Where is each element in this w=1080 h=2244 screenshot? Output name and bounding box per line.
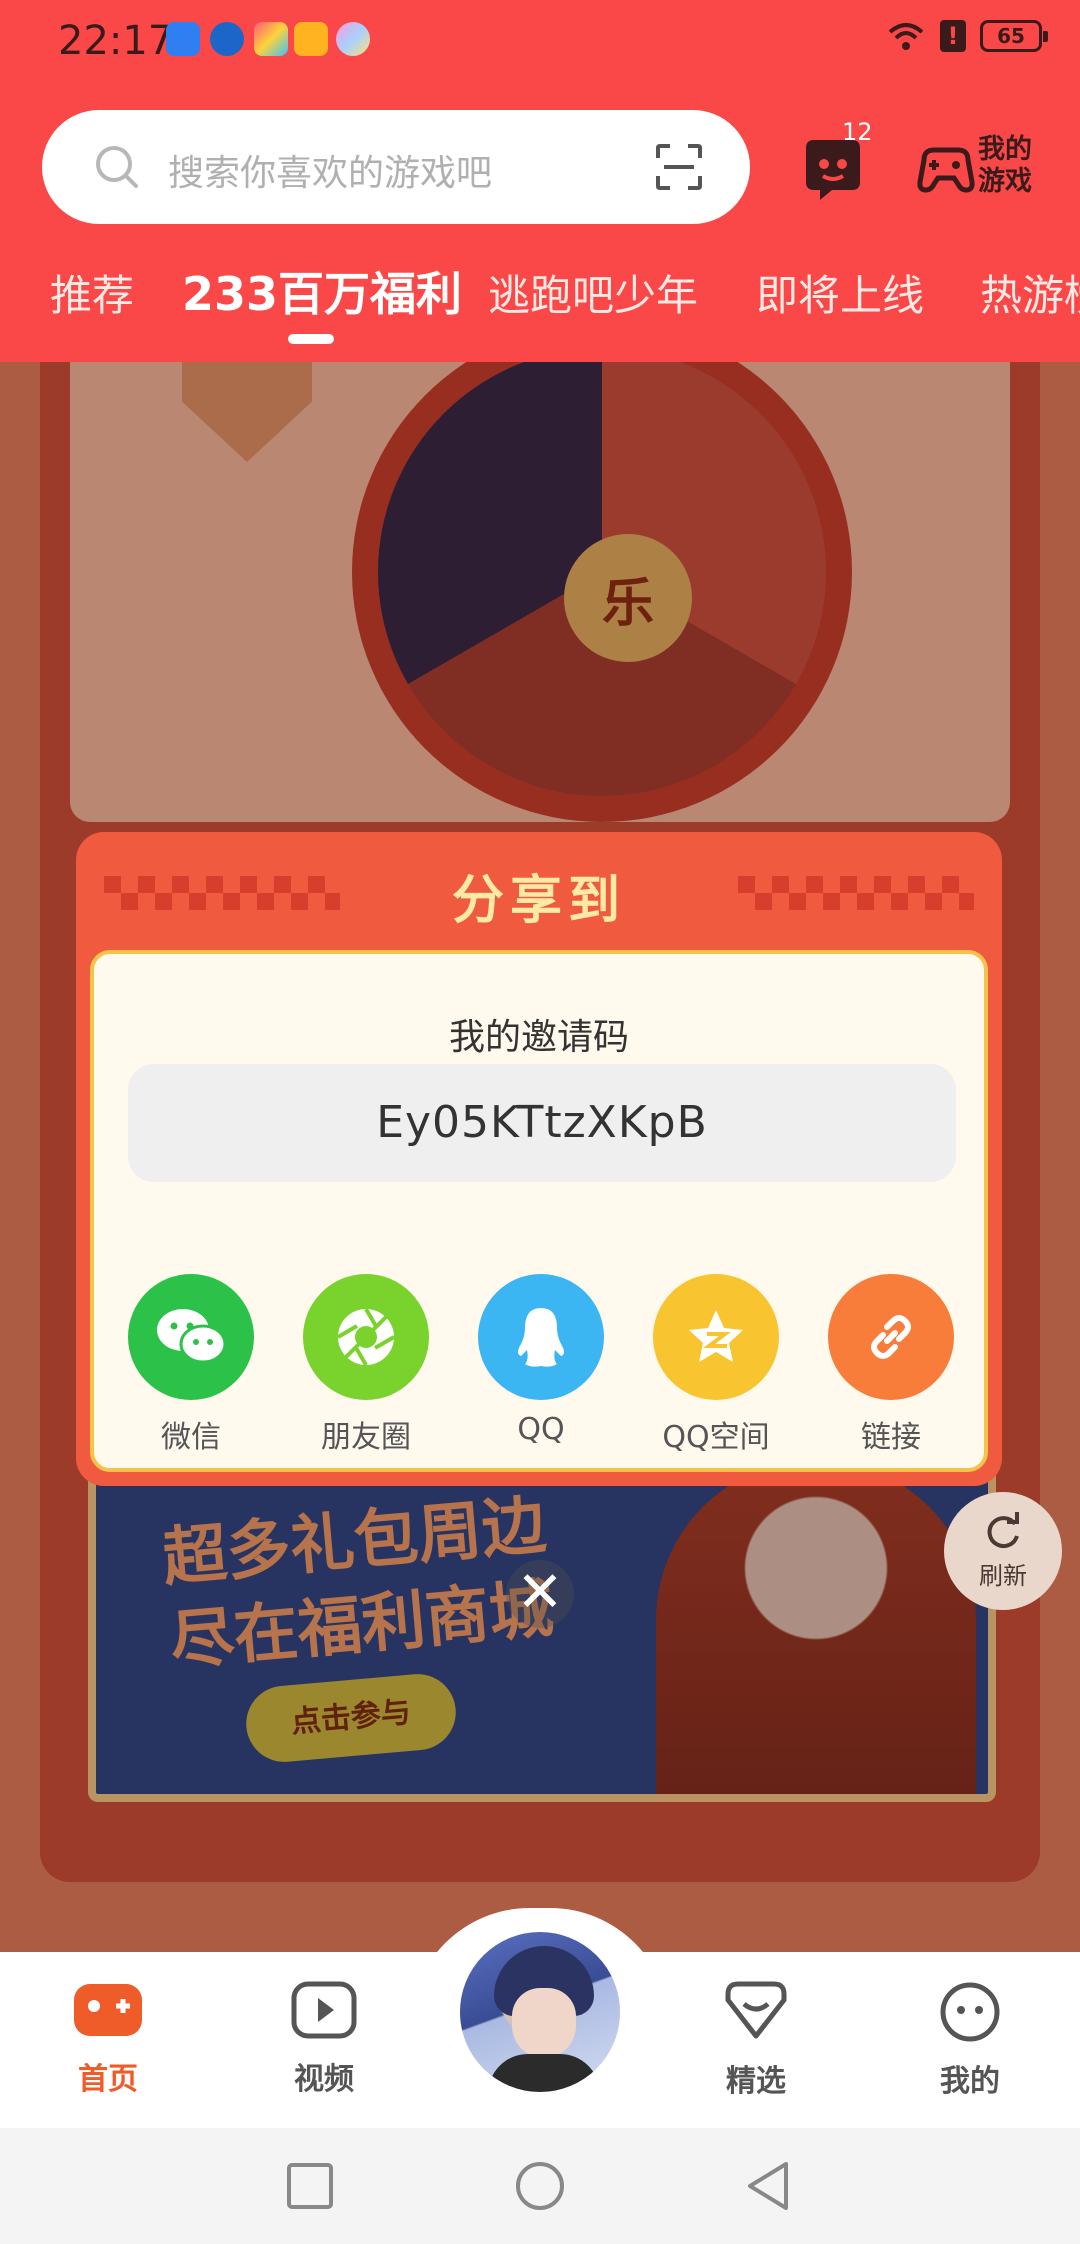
qq-icon: [478, 1274, 604, 1400]
tab-escape-boy[interactable]: 逃跑吧少年: [488, 262, 698, 323]
heart-badge-icon: [725, 1981, 787, 2039]
qzone-icon: [653, 1274, 779, 1400]
category-tabs: 推荐 233百万福利 逃跑吧少年 即将上线 热游榜: [0, 262, 1080, 332]
video-play-icon: [291, 1981, 357, 2039]
avatar[interactable]: [456, 1928, 624, 2096]
nav-featured-label: 精选: [726, 2064, 786, 2099]
nav-profile-label: 我的: [940, 2064, 1000, 2099]
search-bar[interactable]: 搜索你喜欢的游戏吧: [42, 110, 750, 224]
wifi-icon: [888, 23, 924, 50]
my-games-label: 我的游戏: [978, 134, 1032, 197]
refresh-label: 刷新: [979, 1562, 1027, 1590]
refresh-button[interactable]: 刷新: [944, 1492, 1062, 1610]
tab-233-welfare[interactable]: 233百万福利: [182, 262, 462, 324]
battery-level: 65: [997, 24, 1025, 48]
nav-home[interactable]: 首页: [48, 1980, 168, 2098]
invite-code-label: 我的邀请码: [448, 1017, 629, 1058]
share-moments[interactable]: 朋友圈: [301, 1274, 431, 1456]
moments-icon: [303, 1274, 429, 1400]
share-qq[interactable]: QQ: [476, 1274, 606, 1447]
app-icon: [254, 22, 288, 56]
status-time: 22:17: [58, 18, 174, 64]
nav-video[interactable]: 视频: [264, 1980, 384, 2098]
share-qzone-label: QQ空间: [662, 1420, 770, 1455]
share-link-label: 链接: [861, 1420, 921, 1455]
nav-featured[interactable]: 精选: [696, 1980, 816, 2100]
profile-face-icon: [940, 1982, 1000, 2042]
wechat-icon: [128, 1274, 254, 1400]
search-placeholder: 搜索你喜欢的游戏吧: [168, 153, 493, 194]
search-icon: [96, 146, 138, 188]
tab-hot-games[interactable]: 热游榜: [980, 262, 1080, 323]
invite-code[interactable]: Ey05KTtzXKpB: [128, 1064, 956, 1182]
share-wechat[interactable]: 微信: [126, 1274, 256, 1456]
dialog-title: 分享到: [451, 871, 626, 931]
battery-icon: 65: [980, 20, 1048, 52]
recent-apps-icon[interactable]: [286, 2162, 334, 2210]
home-icon[interactable]: [514, 2160, 566, 2212]
close-icon[interactable]: ✕: [506, 1560, 574, 1628]
avatar-face: [512, 1988, 576, 2058]
app-header: 22:17 ! 65 搜索你喜欢的游戏吧 12 我的游戏 推荐 233百万福利 …: [0, 0, 1080, 362]
share-wechat-label: 微信: [161, 1420, 221, 1455]
scan-icon[interactable]: [654, 142, 704, 192]
controller-icon: [917, 147, 975, 193]
shield-icon: [166, 22, 200, 56]
system-icons: ! 65: [886, 20, 1048, 52]
share-moments-label: 朋友圈: [321, 1420, 411, 1455]
nav-home-label: 首页: [78, 2062, 138, 2097]
message-badge: 12: [842, 118, 873, 146]
gallery-icon: [336, 22, 370, 56]
share-dialog: 分享到 我的邀请码 Ey05KTtzXKpB 微信 朋友圈 QQ QQ空间 链接: [76, 832, 1002, 1486]
tab-recommend[interactable]: 推荐: [50, 262, 134, 323]
video-icon: [294, 22, 328, 56]
browser-icon: [210, 22, 244, 56]
dialog-body: 我的邀请码 Ey05KTtzXKpB 微信 朋友圈 QQ QQ空间 链接: [90, 950, 988, 1472]
back-icon[interactable]: [744, 2160, 792, 2212]
nav-video-label: 视频: [294, 2062, 354, 2097]
nav-profile[interactable]: 我的: [910, 1980, 1030, 2100]
avatar-body: [488, 2054, 600, 2092]
active-tab-indicator: [288, 334, 334, 344]
share-link[interactable]: 链接: [826, 1274, 956, 1456]
my-games-button[interactable]: 我的游戏: [916, 134, 1044, 204]
share-qzone[interactable]: QQ空间: [651, 1274, 781, 1456]
alert-icon: !: [940, 20, 966, 52]
tab-coming-soon[interactable]: 即将上线: [756, 262, 924, 323]
system-navigation-bar: [0, 2128, 1080, 2244]
share-qq-label: QQ: [517, 1412, 565, 1447]
refresh-icon: [987, 1512, 1019, 1549]
gamepad-icon: [74, 1984, 142, 2036]
link-icon: [828, 1274, 954, 1400]
status-bar: 22:17 ! 65: [0, 0, 1080, 82]
